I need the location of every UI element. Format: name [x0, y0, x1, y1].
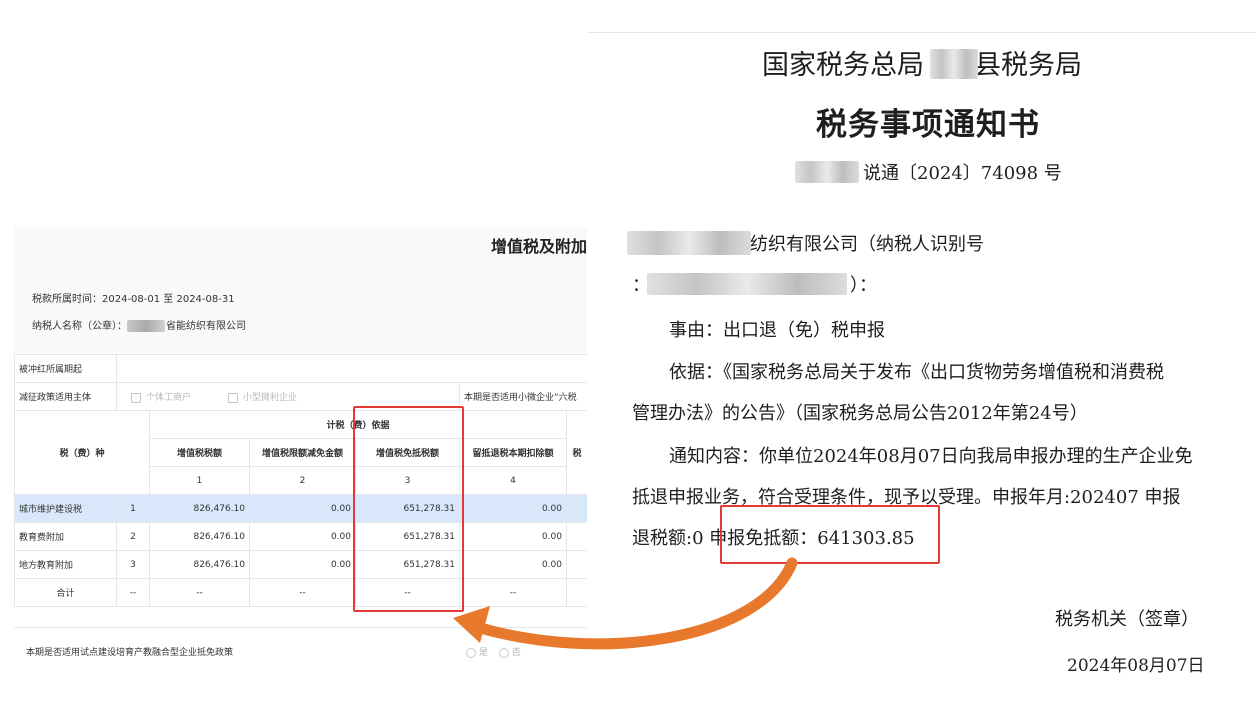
notice-title: 税务事项通知书 [816, 107, 1040, 143]
agency-part2: 县税务局 [974, 50, 1082, 81]
header-row-1: 税（费）种 计税（费）依据 税 [14, 410, 587, 495]
partial-cell [566, 578, 587, 607]
taxpayer-id-suffix: ）： [850, 275, 877, 296]
notice-number-text: 说通〔2024〕74098 号 [863, 163, 1062, 184]
offset-period-label: 被冲红所属期起 [14, 354, 117, 383]
agency-part1: 国家税务总局 [762, 50, 924, 81]
notice-basis-line1: 依据：《国家税务总局关于发布《出口货物劳务增值税和消费税 [669, 362, 1164, 383]
redacted-company-name [627, 231, 751, 255]
partial-cell [566, 550, 587, 579]
notice-content-line1: 通知内容：你单位2024年08月07日向我局申报办理的生产企业免 [669, 446, 1193, 467]
redacted-taxpayer-id [647, 273, 847, 295]
pilot-policy-row: 本期是否适用试点建设培育产教融合型企业抵免政策 是 否 [14, 627, 587, 682]
checkbox-icon [131, 392, 141, 403]
tax-name: 地方教育附加 [14, 550, 117, 579]
vat-reduction[interactable]: 0.00 [249, 550, 356, 579]
policy-subject-options: 个体工商户 小型微利企业 [116, 382, 356, 411]
radio-no-label: 否 [511, 648, 521, 658]
refund-deduction[interactable]: 0.00 [459, 522, 567, 551]
table-row[interactable]: 地方教育附加 3 826,476.10 0.00 651,278.31 0.00 [14, 550, 587, 579]
col2-number: 2 [249, 466, 356, 495]
policy-subject-label: 减征政策适用主体 [14, 382, 117, 411]
taxpayer-name-value: 省能纺织有限公司 [166, 321, 246, 332]
offset-period-row: 被冲红所属期起 [14, 354, 587, 383]
total-c1: -- [149, 578, 250, 607]
form-title: 增值税及附加 [490, 237, 587, 256]
row-number: 1 [116, 494, 150, 523]
tax-type-header: 税（费）种 [14, 410, 150, 495]
tax-period-label: 税款所属时间： [32, 294, 102, 305]
redacted-number-prefix [795, 161, 859, 183]
six-tax-note: 本期是否适用小微企业“六税 [459, 382, 587, 411]
col4-header: 留抵退税本期扣除额 [459, 438, 567, 467]
individual-option-label: 个体工商户 [146, 393, 192, 403]
notice-agency: 国家税务总局 县税务局 [762, 43, 1082, 82]
recipient-text: 纺织有限公司（纳税人识别号 [750, 234, 984, 255]
notice-signature: 税务机关（签章） [1055, 609, 1199, 630]
col1-number: 1 [149, 466, 250, 495]
vat-amount[interactable]: 826,476.10 [149, 550, 250, 579]
tax-notice-document: 国家税务总局 县税务局 税务事项通知书 说通〔2024〕74098 号 纺织有限公… [587, 32, 1256, 702]
total-c4: -- [459, 578, 567, 607]
notice-highlight-box [720, 505, 940, 564]
offset-period-value[interactable] [116, 354, 587, 383]
col4-number: 4 [459, 466, 567, 495]
col1-header: 增值税税额 [149, 438, 250, 467]
form-header: 增值税及附加 税款所属时间：2024-08-01 至 2024-08-31 纳税… [14, 227, 587, 353]
pilot-policy-label: 本期是否适用试点建设培育产教融合型企业抵免政策 [26, 648, 234, 658]
total-row: 合计 -- -- -- -- -- [14, 578, 587, 607]
total-label: 合计 [14, 578, 117, 607]
vat-reduction[interactable]: 0.00 [249, 522, 356, 551]
notice-basis-line2: 管理办法》的公告》（国家税务总局公告2012年第24号） [632, 403, 1088, 424]
radio-icon [498, 647, 509, 658]
radio-no[interactable]: 否 [498, 647, 521, 658]
row-number: 3 [116, 550, 150, 579]
refund-deduction[interactable]: 0.00 [459, 494, 567, 523]
vat-amount[interactable]: 826,476.10 [149, 494, 250, 523]
vat-amount[interactable]: 826,476.10 [149, 522, 250, 551]
redacted-name-block [127, 320, 165, 332]
row-number: 2 [116, 522, 150, 551]
checkbox-icon [227, 392, 238, 403]
policy-subject-row: 减征政策适用主体 个体工商户 小型微利企业 本期是否适用小微企业“六税 [14, 382, 587, 411]
vat-reduction[interactable]: 0.00 [249, 494, 356, 523]
partial-cell [566, 522, 587, 551]
notice-date: 2024年08月07日 [1067, 656, 1205, 676]
tax-name: 教育费附加 [14, 522, 117, 551]
radio-yes[interactable]: 是 [466, 647, 489, 658]
tax-period-value: 2024-08-01 至 2024-08-31 [102, 294, 235, 305]
vat-surcharge-form: 增值税及附加 税款所属时间：2024-08-01 至 2024-08-31 纳税… [14, 227, 587, 682]
notice-reason: 事由：出口退（免）税申报 [669, 320, 885, 341]
redacted-region-name [930, 49, 978, 79]
table-row[interactable]: 城市维护建设税 1 826,476.10 0.00 651,278.31 0.0… [14, 494, 587, 523]
pilot-policy-radio-group: 是 否 [466, 645, 521, 658]
radio-icon [466, 647, 476, 658]
taxpayer-name: 纳税人名称（公章）： 省能纺织有限公司 [32, 317, 246, 332]
taxpayer-name-label: 纳税人名称（公章）： [32, 321, 127, 332]
form-highlight-box [353, 406, 464, 612]
refund-deduction[interactable]: 0.00 [459, 550, 567, 579]
total-c2: -- [249, 578, 356, 607]
small-micro-option-label: 小型微利企业 [242, 393, 297, 403]
partial-column-header: 税 [566, 410, 587, 495]
tax-table: 被冲红所属期起 减征政策适用主体 个体工商户 小型微利企业 本期是否适用小微企业… [14, 354, 587, 607]
small-micro-checkbox[interactable]: 小型微利企业 [227, 392, 297, 403]
total-number: -- [116, 578, 150, 607]
table-row[interactable]: 教育费附加 2 826,476.10 0.00 651,278.31 0.00 [14, 522, 587, 551]
col2-header: 增值税限额减免金额 [249, 438, 356, 467]
partial-cell [566, 494, 587, 523]
tax-period: 税款所属时间：2024-08-01 至 2024-08-31 [32, 290, 235, 305]
individual-checkbox[interactable]: 个体工商户 [131, 392, 192, 403]
radio-yes-label: 是 [479, 648, 489, 658]
tax-name: 城市维护建设税 [14, 494, 117, 523]
